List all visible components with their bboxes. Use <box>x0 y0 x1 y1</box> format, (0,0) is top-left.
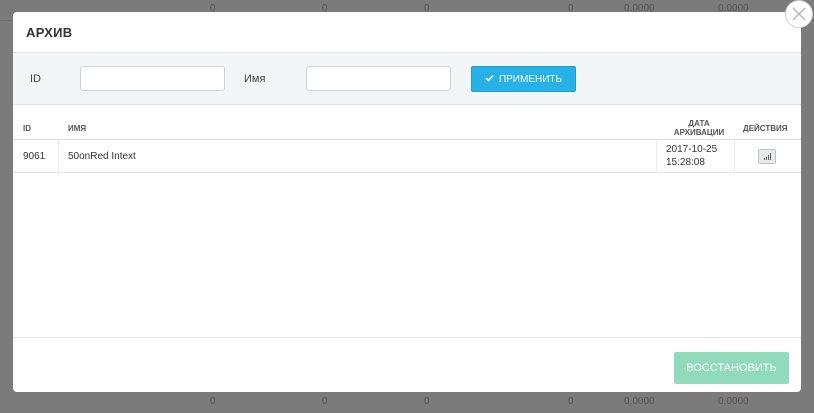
header-name: ИМЯ <box>68 124 87 133</box>
row-archived-date: 2017-10-25 <box>666 144 718 155</box>
bg-cell: 0 <box>322 396 328 407</box>
row-id: 9061 <box>23 151 46 162</box>
column-divider <box>734 140 735 172</box>
table-row: 9061 50onRed Intext 2017-10-25 15:28:08 <box>13 140 801 173</box>
checkmark-icon <box>485 74 494 85</box>
bg-row: 0 0 0 0 0.0000 0.0000 <box>0 393 814 413</box>
modal-title: АРХИВ <box>26 24 73 40</box>
bg-cell: 0.0000 <box>624 396 655 407</box>
column-divider <box>656 140 657 172</box>
bg-cell: 0 <box>424 396 430 407</box>
bg-cell: 0 <box>568 396 574 407</box>
modal-header: АРХИВ <box>13 12 801 53</box>
filter-bar: ID Имя ПРИМЕНИТЬ <box>13 53 801 105</box>
restore-button[interactable]: ВОССТАНОВИТЬ <box>674 352 789 384</box>
name-filter-label: Имя <box>244 73 266 85</box>
header-archived-date-line2: АРХИВАЦИИ <box>673 128 725 137</box>
row-name: 50onRed Intext <box>68 151 136 162</box>
close-modal-button[interactable] <box>785 0 813 28</box>
archive-table: ID ИМЯ ДАТА АРХИВАЦИИ ДЕЙСТВИЯ 9061 50on… <box>13 105 801 338</box>
column-divider <box>58 140 59 172</box>
id-filter-label: ID <box>30 73 41 85</box>
header-archived-date-line1: ДАТА <box>688 119 710 128</box>
bg-cell: 0 <box>210 396 216 407</box>
apply-button-label: ПРИМЕНИТЬ <box>498 73 563 85</box>
id-filter-input[interactable] <box>80 66 225 91</box>
header-id: ID <box>23 124 31 133</box>
name-filter-input[interactable] <box>306 66 451 91</box>
header-archived-date: ДАТА АРХИВАЦИИ <box>663 119 735 137</box>
bg-cell: 0.0000 <box>718 396 749 407</box>
header-actions: ДЕЙСТВИЯ <box>743 124 788 133</box>
archive-modal: АРХИВ ID Имя ПРИМЕНИТЬ ID ИМЯ ДАТА АРХИВ… <box>13 12 801 392</box>
apply-button[interactable]: ПРИМЕНИТЬ <box>471 66 576 92</box>
row-archived-time: 15:28:08 <box>666 157 705 168</box>
row-stats-button[interactable] <box>758 149 776 164</box>
